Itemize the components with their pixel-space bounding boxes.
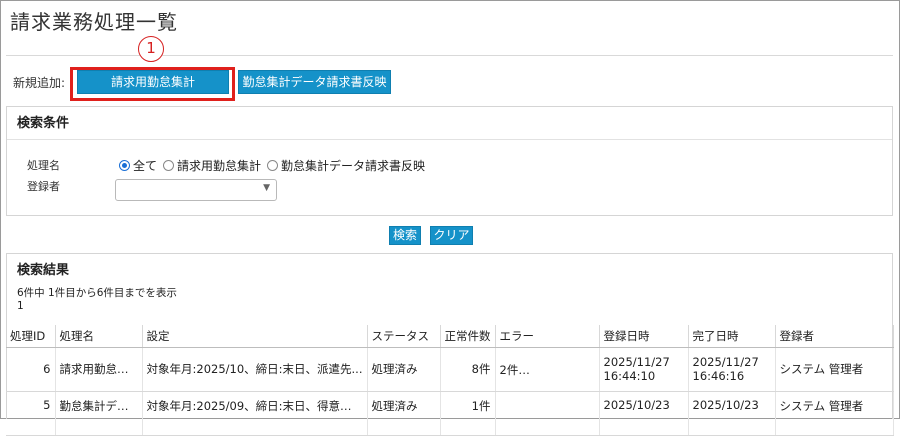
registrant-label: 登録者 (27, 180, 60, 193)
row-process-name: 請求用勤怠集計 (55, 347, 143, 392)
attendance-to-invoice-button[interactable]: 勤怠集計データ請求書反映 (238, 70, 391, 94)
row-error-cell: 2件 ダウンロード (495, 347, 600, 392)
row-completed-at: 2025/11/27 16:46:16 (688, 347, 776, 392)
new-add-label: 新規追加: (13, 76, 66, 90)
column-header[interactable]: 設定 (142, 325, 368, 348)
billing-attendance-aggregation-button[interactable]: 請求用勤怠集計 (77, 70, 229, 94)
page-title: 請求業務処理一覧 (10, 10, 178, 34)
row-ok-count: 8件 (440, 347, 496, 392)
search-conditions-panel: 検索条件 処理名 全て 請求用勤怠集計 勤怠集計データ請求書反映 登録者 ▼ (6, 106, 893, 216)
column-header[interactable]: ステータス (367, 325, 441, 348)
radio-invoice-reflect-label: 勤怠集計データ請求書反映 (281, 159, 426, 173)
row-settings: 対象年月:2025/09、締日:末日、得意先:... (142, 391, 368, 436)
row-ok-count: 1件 (440, 391, 496, 436)
table-row[interactable]: 6 請求用勤怠集計 対象年月:2025/10、締日:末日、派遣先... 処理済み… (6, 347, 894, 392)
column-header[interactable]: 登録者 (775, 325, 894, 348)
row-registrant: システム 管理者 (775, 391, 894, 436)
row-id: 5 (6, 391, 56, 436)
row-completed-at: 2025/10/23 (688, 391, 776, 436)
radio-checked-icon (119, 160, 130, 171)
radio-billing-aggregation-label: 請求用勤怠集計 (177, 159, 262, 173)
row-settings: 対象年月:2025/10、締日:末日、派遣先... (142, 347, 368, 392)
results-summary: 6件中 1件目から6件目までを表示 1 (17, 287, 177, 313)
radio-unchecked-icon (267, 160, 279, 171)
row-status: 処理済み (367, 391, 441, 436)
search-conditions-heading: 検索条件 (7, 107, 892, 140)
step-marker: 1 (138, 36, 164, 62)
registrant-select[interactable]: ▼ (115, 179, 277, 201)
radio-unchecked-icon (163, 160, 175, 171)
process-name-label: 処理名 (27, 159, 60, 172)
row-registered-time: 16:44:10 (603, 369, 656, 383)
search-button[interactable]: 検索 (389, 226, 421, 245)
radio-billing-aggregation[interactable]: 請求用勤怠集計 (163, 157, 261, 174)
row-error-count: 2件 (499, 362, 519, 377)
table-row[interactable]: 5 勤怠集計データ 対象年月:2025/09、締日:末日、得意先:... 処理済… (6, 391, 894, 436)
row-registrant: システム 管理者 (775, 347, 894, 392)
chevron-down-icon: ▼ (263, 183, 270, 193)
row-id: 6 (6, 347, 56, 392)
column-header[interactable]: 完了日時 (688, 325, 776, 348)
row-process-name: 勤怠集計データ (55, 391, 143, 436)
column-header[interactable]: 処理ID (6, 325, 56, 348)
row-registered-date: 2025/10/23 (603, 397, 670, 412)
row-completed-time: 16:46:16 (692, 369, 745, 383)
process-radio-group: 全て 請求用勤怠集計 勤怠集計データ請求書反映 (119, 157, 431, 174)
clear-button[interactable]: クリア (430, 226, 473, 245)
column-header[interactable]: 正常件数 (440, 325, 496, 348)
radio-invoice-reflect[interactable]: 勤怠集計データ請求書反映 (267, 157, 425, 174)
radio-all-label: 全て (133, 159, 158, 173)
row-completed-date: 2025/11/27 (692, 355, 759, 369)
results-page-number: 1 (17, 300, 24, 312)
results-count-text: 6件中 1件目から6件目までを表示 (17, 287, 177, 299)
search-results-heading: 検索結果 (17, 263, 70, 278)
row-status: 処理済み (367, 347, 441, 392)
row-registered-date: 2025/11/27 (603, 355, 670, 369)
row-completed-date: 2025/10/23 (692, 397, 759, 412)
column-header[interactable]: 処理名 (55, 325, 143, 348)
column-header[interactable]: 登録日時 (599, 325, 689, 348)
download-button[interactable]: ダウンロード (522, 358, 598, 380)
row-error-cell (495, 391, 600, 436)
radio-all[interactable]: 全て (119, 157, 157, 174)
table-header-row: 処理ID 処理名 設定 ステータス 正常件数 エラー 登録日時 完了日時 登録者 (6, 325, 894, 348)
row-registered-at: 2025/10/23 (599, 391, 689, 436)
row-registered-at: 2025/11/27 16:44:10 (599, 347, 689, 392)
column-header[interactable]: エラー (495, 325, 600, 348)
